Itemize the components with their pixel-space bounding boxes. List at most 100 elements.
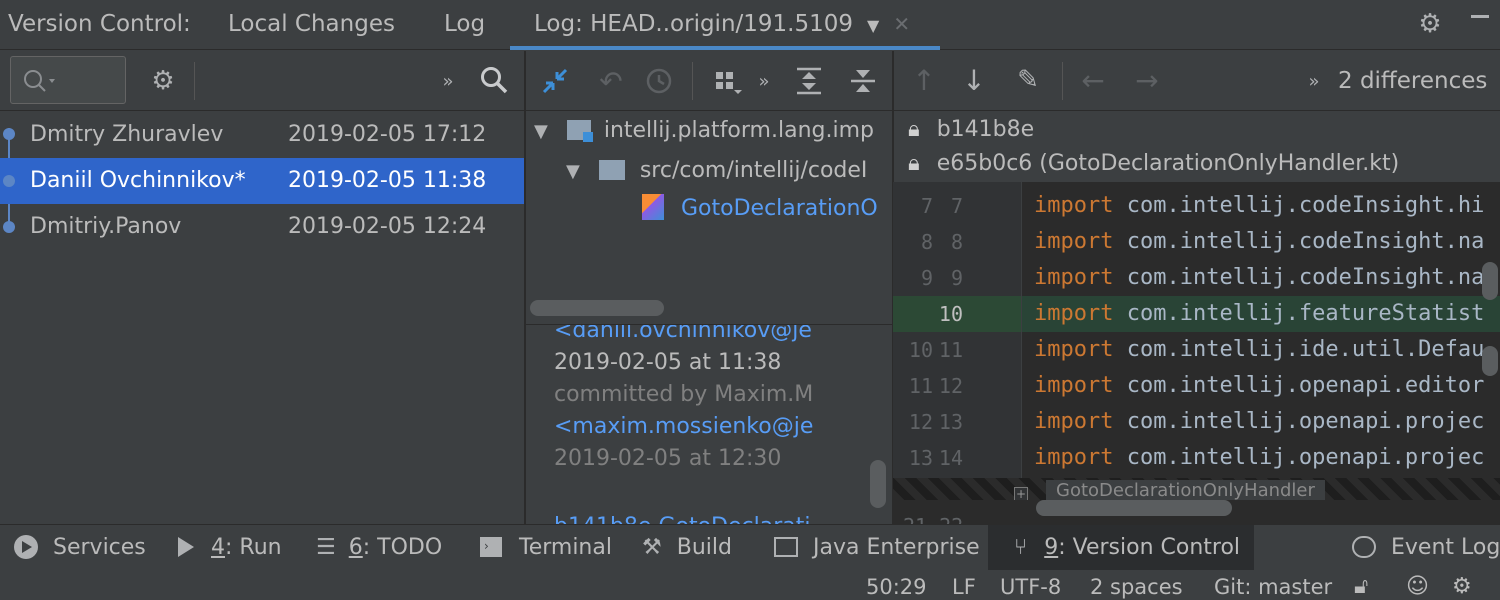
revert-icon[interactable]: ↶: [594, 64, 628, 98]
diff-horizontal-scrollbar[interactable]: [1036, 500, 1232, 516]
indent-setting[interactable]: 2 spaces: [1090, 570, 1183, 600]
previous-difference-icon[interactable]: ↑: [908, 62, 940, 98]
left-line-number: 8: [920, 230, 933, 254]
edit-source-icon[interactable]: ✎: [1010, 62, 1046, 98]
code-text: com.intellij.openapi.projec: [1113, 445, 1485, 470]
expand-all-icon[interactable]: [792, 64, 826, 98]
build-label: Build: [676, 535, 732, 560]
event-log-label: Event Log: [1391, 535, 1500, 560]
status-settings-icon[interactable]: ⚙: [1452, 570, 1472, 600]
caret-position[interactable]: 50:29: [866, 570, 927, 600]
commit-date: 2019-02-05 17:12: [288, 122, 487, 147]
tool-window-title: Version Control:: [8, 11, 191, 37]
back-arrow-icon[interactable]: ←: [1076, 62, 1110, 98]
diff-code-line[interactable]: import com.intellij.codeInsight.na: [1022, 260, 1500, 296]
minimize-glyph: [1471, 15, 1489, 18]
commit-row-selected[interactable]: Daniil Ovchinnikov* 2019-02-05 11:38: [0, 158, 524, 204]
left-line-number: 9: [920, 266, 933, 290]
breadcrumb[interactable]: GotoDeclarationOnlyHandler: [1046, 480, 1325, 502]
tree-node-file[interactable]: GotoDeclarationO: [642, 190, 892, 228]
tree-node-folder[interactable]: ▼ src/com/intellij/codeI: [566, 152, 892, 190]
search-icon[interactable]: [476, 62, 512, 98]
diff-code-line[interactable]: import com.intellij.openapi.editor: [1022, 368, 1500, 404]
tree-node-module[interactable]: ▼ intellij.platform.lang.imp: [534, 112, 892, 150]
module-badge-icon: [582, 132, 593, 142]
commit-row[interactable]: Dmitriy.Panov 2019-02-05 12:24: [0, 204, 524, 250]
services-tool-button[interactable]: Services: [14, 525, 146, 571]
author-email-link[interactable]: <daniil.ovchinnikov@je: [554, 325, 812, 347]
services-icon: [14, 535, 38, 559]
collapse-all-icon[interactable]: [846, 64, 880, 98]
tab-log-head-origin[interactable]: Log: HEAD..origin/191.5109 ▼ ✕: [510, 0, 940, 50]
diff-code-line[interactable]: import com.intellij.featureStatist: [1022, 296, 1500, 332]
group-by-icon[interactable]: [710, 64, 746, 98]
code-text: com.intellij.openapi.editor: [1113, 373, 1485, 398]
diff-code-line[interactable]: import com.intellij.codeInsight.na: [1022, 224, 1500, 260]
history-icon[interactable]: [642, 64, 676, 98]
keyword: import: [1034, 445, 1114, 470]
next-difference-icon[interactable]: ↓: [958, 62, 990, 98]
diff-vertical-scrollbar[interactable]: [1482, 262, 1498, 300]
commit-details: <daniil.ovchinnikov@je 2019-02-05 at 11:…: [526, 325, 866, 524]
collapse-arrows-icon[interactable]: [538, 64, 572, 98]
search-icon: [24, 70, 55, 92]
build-tool-button[interactable]: ⚒ Build: [642, 525, 732, 571]
committer-email-link[interactable]: <maxim.mossienko@je: [554, 411, 813, 443]
commit-author: Dmitriy.Panov: [30, 214, 182, 239]
vertical-scrollbar[interactable]: [870, 460, 886, 508]
terminal-icon: ›: [480, 537, 502, 557]
more-actions-icon[interactable]: »: [752, 66, 776, 96]
commit-date: 2019-02-05 12:24: [288, 214, 487, 239]
diff-code-line[interactable]: import com.intellij.openapi.projec: [1022, 440, 1500, 476]
diff-vertical-scrollbar-2[interactable]: [1482, 346, 1498, 376]
run-icon: [178, 537, 194, 557]
forward-arrow-icon[interactable]: →: [1130, 62, 1164, 98]
diff-line-numbers: 77: [893, 188, 1021, 224]
tool-window-bar: Services 4: Run ☰ 6: TODO › Terminal ⚒ B…: [0, 524, 1500, 571]
expand-arrow-icon[interactable]: ▼: [566, 161, 580, 182]
file-encoding[interactable]: UTF-8: [1000, 570, 1061, 600]
revision-header-right: 🔒︎ e65b0c6 (GotoDeclarationOnlyHandler.k…: [908, 148, 1399, 180]
close-tab-icon[interactable]: ✕: [893, 12, 910, 36]
line-separator[interactable]: LF: [952, 570, 976, 600]
branch-ref-line[interactable]: b141b8e GotoDeclarati: [554, 511, 810, 524]
tab-local-changes[interactable]: Local Changes: [228, 0, 395, 50]
commit-row[interactable]: Dmitry Zhuravlev 2019-02-05 17:12: [0, 112, 524, 158]
tab-log[interactable]: Log: [444, 0, 485, 50]
search-input[interactable]: [10, 56, 126, 104]
more-actions-icon[interactable]: »: [436, 66, 460, 96]
event-log-tool-button[interactable]: Event Log: [1352, 525, 1500, 571]
diff-code-line[interactable]: import com.intellij.openapi.projec: [1022, 404, 1500, 440]
git-branch[interactable]: Git: master: [1214, 570, 1332, 600]
version-control-tool-button[interactable]: ⑂ 9: Version Control: [988, 525, 1254, 571]
run-tool-button[interactable]: 4: Run: [178, 525, 282, 571]
expand-fold-icon[interactable]: +: [1014, 487, 1028, 501]
gear-icon[interactable]: ⚙: [1414, 8, 1446, 40]
keyword: import: [1034, 337, 1114, 362]
left-line-number: 12: [908, 410, 933, 434]
hector-inspector-icon[interactable]: ☺: [1406, 570, 1429, 600]
left-line-number: 13: [908, 446, 933, 470]
vcs-shortcut: 9: [1044, 535, 1059, 560]
diff-code-line[interactable]: import com.intellij.ide.util.Defau: [1022, 332, 1500, 368]
left-line-number: 7: [920, 194, 933, 218]
diff-code-line[interactable]: import com.intellij.codeInsight.hi: [1022, 188, 1500, 224]
revision-header-left: 🔒︎ b141b8e: [908, 114, 1034, 146]
java-enterprise-tool-button[interactable]: Java Enterprise: [774, 525, 980, 571]
more-actions-icon[interactable]: »: [1302, 66, 1326, 96]
horizontal-scrollbar[interactable]: [530, 300, 664, 316]
version-control-tab-bar: Version Control: Local Changes Log Log: …: [0, 0, 1500, 50]
commit-author: Dmitry Zhuravlev: [30, 122, 224, 147]
collapse-all-glyph: [851, 70, 875, 92]
diff-line-numbers: 10 11: [893, 332, 1021, 368]
unlock-icon[interactable]: 🔓︎: [1354, 570, 1368, 600]
todo-tool-button[interactable]: ☰ 6: TODO: [316, 525, 442, 571]
terminal-tool-button[interactable]: › Terminal: [480, 525, 612, 571]
minimize-icon[interactable]: [1464, 8, 1496, 40]
dropdown-arrow-icon[interactable]: ▼: [867, 16, 879, 35]
code-text: com.intellij.ide.util.Defau: [1113, 337, 1485, 362]
lock-icon: 🔒︎: [908, 117, 920, 142]
log-settings-gear-icon[interactable]: ⚙: [146, 64, 180, 98]
expand-arrow-icon[interactable]: ▼: [534, 121, 548, 142]
diff-line-numbers: 88: [893, 224, 1021, 260]
